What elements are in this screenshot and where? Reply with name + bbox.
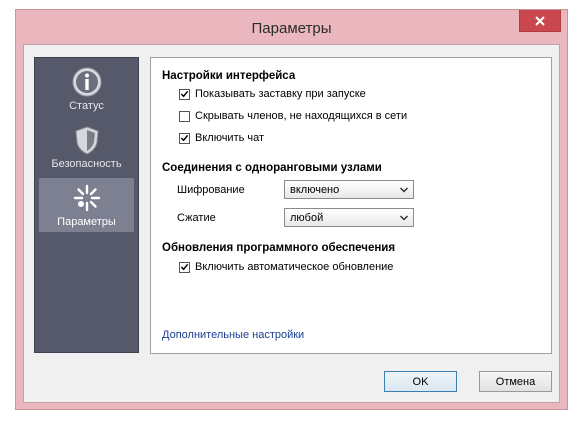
- chat-checkbox[interactable]: [179, 132, 190, 144]
- option-auto-update[interactable]: Включить автоматическое обновление: [179, 261, 393, 273]
- option-label: Включить автоматическое обновление: [195, 261, 394, 273]
- encryption-label: Шифрование: [177, 184, 245, 196]
- close-button[interactable]: [519, 10, 561, 32]
- settings-icon: [73, 184, 100, 212]
- hide-offline-checkbox[interactable]: [179, 110, 190, 122]
- settings-window: Параметры Статус Безопасность Параметры …: [15, 9, 568, 410]
- checkmark-icon: [180, 263, 189, 271]
- cancel-button[interactable]: Отмена: [479, 371, 552, 392]
- dialog-client: Статус Безопасность Параметры Настройки …: [23, 44, 560, 403]
- option-enable-chat[interactable]: Включить чат: [179, 132, 264, 144]
- option-label: Скрывать членов, не находящихся в сети: [195, 110, 408, 122]
- ok-button[interactable]: OK: [384, 371, 457, 392]
- encryption-select[interactable]: включено: [284, 180, 414, 199]
- option-label: Показывать заставку при запуске: [195, 88, 366, 100]
- sidebar-item-settings[interactable]: Параметры: [39, 178, 134, 232]
- shield-icon: [74, 126, 99, 155]
- advanced-settings-link[interactable]: Дополнительные настройки: [162, 329, 304, 341]
- sidebar: Статус Безопасность Параметры: [34, 57, 139, 353]
- auto-update-checkbox[interactable]: [179, 261, 190, 273]
- updates-section-title: Обновления программного обеспечения: [162, 242, 396, 254]
- sidebar-item-label: Безопасность: [51, 158, 122, 170]
- sidebar-item-label: Параметры: [57, 216, 116, 228]
- checkmark-icon: [180, 90, 189, 98]
- option-label: Включить чат: [195, 132, 265, 144]
- chevron-down-icon: [399, 187, 409, 193]
- info-icon: [72, 67, 101, 97]
- settings-panel: Настройки интерфейса Показывать заставку…: [150, 57, 552, 354]
- splash-checkbox[interactable]: [179, 88, 190, 100]
- compression-select[interactable]: любой: [284, 208, 414, 227]
- sidebar-item-security[interactable]: Безопасность: [39, 120, 134, 174]
- close-icon: [535, 15, 545, 26]
- checkmark-icon: [180, 134, 189, 142]
- encryption-value: включено: [290, 183, 340, 196]
- compression-label: Сжатие: [177, 212, 216, 224]
- option-hide-offline[interactable]: Скрывать членов, не находящихся в сети: [179, 110, 407, 122]
- peers-section-title: Соединения с одноранговыми узлами: [162, 162, 382, 174]
- option-show-splash[interactable]: Показывать заставку при запуске: [179, 88, 366, 100]
- window-title: Параметры: [251, 20, 332, 37]
- sidebar-item-label: Статус: [69, 100, 104, 112]
- sidebar-item-status[interactable]: Статус: [39, 62, 134, 116]
- interface-section-title: Настройки интерфейса: [162, 70, 296, 82]
- title-bar[interactable]: Параметры: [16, 10, 567, 44]
- compression-value: любой: [290, 211, 324, 224]
- chevron-down-icon: [399, 215, 409, 221]
